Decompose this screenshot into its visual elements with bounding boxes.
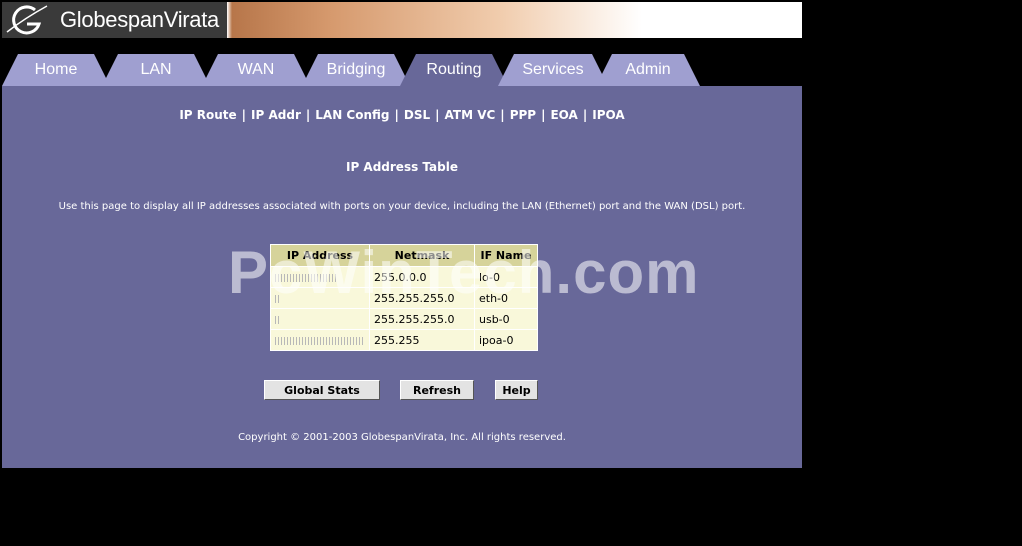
redacted-ip: [275, 315, 281, 324]
copyright-notice: Copyright © 2001-2003 GlobespanVirata, I…: [238, 432, 566, 443]
table-row: 255.255.255.0 usb-0: [270, 308, 538, 330]
brand-name: GlobespanVirata: [60, 7, 219, 32]
subnav-separator: |: [541, 108, 546, 122]
subnav-eoa[interactable]: EOA: [550, 108, 577, 122]
if-name-cell: usb-0: [474, 308, 538, 330]
subnav-ppp[interactable]: PPP: [510, 108, 536, 122]
column-header-if-name: IF Name: [474, 244, 538, 267]
subnav-ip-addr[interactable]: IP Addr: [251, 108, 301, 122]
netmask-cell: 255.255.255.0: [369, 287, 475, 309]
tab-services[interactable]: Services: [498, 54, 608, 86]
ip-address-cell: [270, 308, 370, 330]
if-name-cell: ipoa-0: [474, 329, 538, 351]
if-name-cell: eth-0: [474, 287, 538, 309]
subnav-separator: |: [305, 108, 311, 122]
redacted-ip: [275, 273, 337, 282]
help-button[interactable]: Help: [495, 380, 538, 400]
netmask-cell: 255.0.0.0: [369, 266, 475, 288]
subnav-lan-config[interactable]: LAN Config: [315, 108, 389, 122]
table-header-row: IP Address Netmask IF Name: [270, 244, 538, 267]
global-stats-button[interactable]: Global Stats: [264, 380, 380, 400]
main-tab-bar: Home LAN WAN Bridging Routing Services A…: [2, 54, 802, 86]
column-header-ip-address: IP Address: [270, 244, 370, 267]
page-title: IP Address Table: [345, 160, 458, 174]
routing-subnav: IP Route | IP Addr | LAN Config | DSL | ATM VC | P…: [2, 108, 802, 122]
tab-routing[interactable]: Routing: [400, 54, 508, 86]
subnav-separator: |: [435, 108, 440, 122]
tab-bridging[interactable]: Bridging: [302, 54, 410, 86]
subnav-dsl[interactable]: DSL: [404, 108, 430, 122]
subnav-ipoa[interactable]: IPOA: [592, 108, 624, 122]
table-row: 255.255 ipoa-0: [270, 329, 538, 351]
netmask-cell: 255.255.255.0: [369, 308, 475, 330]
globespan-logo-icon: [6, 5, 48, 35]
table-row: 255.0.0.0 lo-0: [270, 266, 538, 288]
tab-admin[interactable]: Admin: [596, 54, 700, 86]
subnav-ip-route[interactable]: IP Route: [179, 108, 236, 122]
tab-home[interactable]: Home: [2, 54, 110, 86]
header-banner: GlobespanVirata: [2, 2, 802, 38]
subnav-atm-vc[interactable]: ATM VC: [445, 108, 496, 122]
subnav-separator: |: [241, 108, 247, 122]
ip-address-cell: [270, 287, 370, 309]
content-panel: IP Route | IP Addr | LAN Config | DSL | ATM VC | P…: [2, 86, 802, 468]
refresh-button[interactable]: Refresh: [400, 380, 474, 400]
tab-wan[interactable]: WAN: [202, 54, 310, 86]
subnav-separator: |: [582, 108, 588, 122]
redacted-ip: [275, 336, 363, 345]
if-name-cell: lo-0: [474, 266, 538, 288]
table-row: 255.255.255.0 eth-0: [270, 287, 538, 309]
tab-lan[interactable]: LAN: [102, 54, 210, 86]
column-header-netmask: Netmask: [369, 244, 475, 267]
ip-address-cell: [270, 329, 370, 351]
netmask-cell: 255.255: [369, 329, 475, 351]
brand-logo: GlobespanVirata: [2, 2, 227, 38]
ip-address-cell: [270, 266, 370, 288]
page-description: Use this page to display all IP addresse…: [58, 201, 746, 212]
ip-address-table: IP Address Netmask IF Name 255.0.0.0 lo-…: [270, 244, 538, 351]
subnav-separator: |: [394, 108, 399, 122]
redacted-ip: [275, 294, 279, 303]
subnav-separator: |: [500, 108, 505, 122]
